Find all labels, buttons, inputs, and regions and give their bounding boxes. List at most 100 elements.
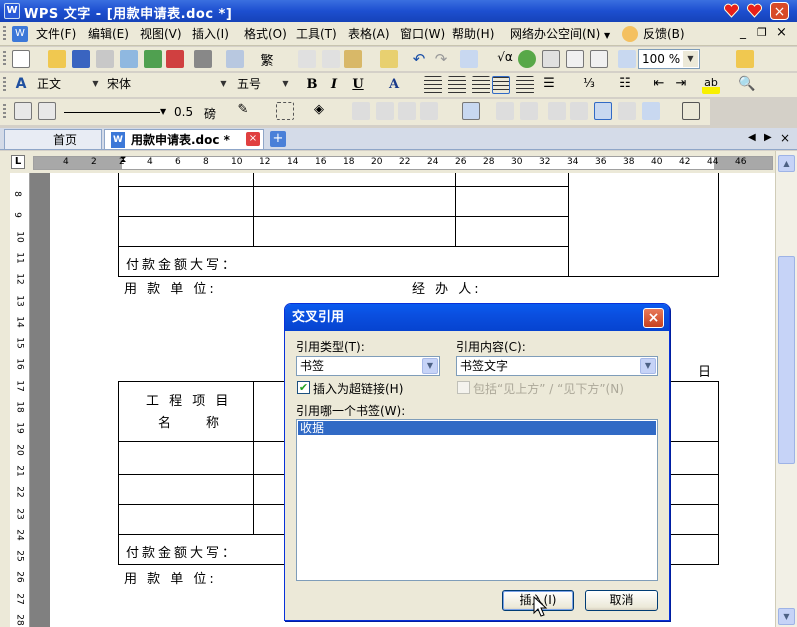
- distribute-columns-icon[interactable]: [520, 102, 538, 120]
- font-color-icon[interactable]: A: [384, 76, 404, 94]
- restore-doc-button[interactable]: ❐: [757, 26, 767, 39]
- tab-type-selector[interactable]: L: [11, 155, 25, 169]
- table-icon[interactable]: [460, 50, 478, 68]
- distributed-icon[interactable]: [516, 76, 534, 94]
- menu-view[interactable]: 视图(V): [138, 25, 184, 43]
- ref-content-select[interactable]: 书签文字 ▼: [456, 356, 658, 376]
- menu-grip[interactable]: [3, 26, 6, 42]
- highlight-icon[interactable]: ab: [702, 76, 720, 94]
- border-color-icon[interactable]: ✎: [234, 102, 252, 120]
- hyperlink-checkbox[interactable]: ✔: [297, 381, 310, 394]
- close-doc-button[interactable]: ×: [776, 25, 787, 40]
- close-tab-icon[interactable]: ×: [246, 132, 260, 146]
- toolbar-grip[interactable]: [3, 77, 6, 93]
- cell-align-icon[interactable]: [420, 102, 438, 120]
- tab-home[interactable]: 首页: [4, 129, 102, 149]
- decrease-indent-icon[interactable]: ⇤: [650, 76, 668, 94]
- ref-type-select[interactable]: 书签 ▼: [296, 356, 440, 376]
- vertical-scrollbar[interactable]: ▲ ▼: [775, 151, 797, 627]
- menu-network-office[interactable]: 网络办公空间(N): [508, 25, 602, 43]
- zoom-combo[interactable]: 100 % ▼: [638, 49, 700, 69]
- columns-icon[interactable]: [566, 50, 584, 68]
- insert-table-icon[interactable]: [542, 50, 560, 68]
- select-table-icon[interactable]: [682, 102, 700, 120]
- table-grid-icon[interactable]: [462, 102, 480, 120]
- heart-icon[interactable]: [722, 2, 741, 20]
- heart-icon[interactable]: [745, 2, 764, 20]
- table-style-icon[interactable]: [594, 102, 612, 120]
- print-preview-icon[interactable]: [226, 50, 244, 68]
- eraser-icon[interactable]: [38, 102, 56, 120]
- document-icon[interactable]: W: [12, 26, 28, 42]
- find-icon[interactable]: 🔍: [738, 76, 756, 94]
- scroll-down-icon[interactable]: ▼: [778, 608, 795, 625]
- align-right-icon[interactable]: [472, 76, 490, 94]
- cut-icon[interactable]: [298, 50, 316, 68]
- show-hide-icon[interactable]: [590, 50, 608, 68]
- undo-icon[interactable]: ↶: [410, 50, 428, 68]
- hyperlink-icon[interactable]: [518, 50, 536, 68]
- vertical-ruler[interactable]: 8 9 10 11 12 13 14 15 16 17 18 19 20 21 22 23 24 25 26 27 28: [10, 173, 30, 627]
- tab-scroll-left-icon[interactable]: ◀: [748, 132, 756, 143]
- minimize-doc-button[interactable]: _: [740, 25, 746, 39]
- menu-window[interactable]: 窗口(W): [398, 25, 447, 43]
- menu-tools[interactable]: 工具(T): [294, 25, 339, 43]
- list-item[interactable]: 收据: [298, 421, 656, 435]
- redo-icon[interactable]: ↷: [432, 50, 450, 68]
- menu-help[interactable]: 帮助(H): [450, 25, 496, 43]
- horizontal-ruler[interactable]: 4 2 2 4 6 8 10 12 14 16 18 20 22 24 26 28 30 32 34 36 38 40 42…: [33, 155, 773, 170]
- scrollbar-thumb[interactable]: [778, 256, 795, 464]
- dialog-close-button[interactable]: ×: [643, 308, 664, 328]
- bookmark-listbox[interactable]: 收据: [296, 419, 658, 581]
- permission-icon[interactable]: [96, 50, 114, 68]
- table-properties-icon[interactable]: [618, 102, 636, 120]
- menu-table[interactable]: 表格(A): [346, 25, 392, 43]
- numbering-icon[interactable]: ⅓: [580, 76, 598, 94]
- table-autoformat-icon[interactable]: [642, 102, 660, 120]
- align-center-icon[interactable]: [448, 76, 466, 94]
- split-cells-icon[interactable]: [398, 102, 416, 120]
- traditional-chinese-icon[interactable]: 繁: [258, 50, 276, 69]
- window-close-button[interactable]: ×: [770, 2, 789, 20]
- size-combo[interactable]: 五号 ▼: [234, 75, 294, 95]
- new-document-icon[interactable]: [12, 50, 30, 68]
- tab-close-all-icon[interactable]: ×: [780, 131, 790, 145]
- merge-cells-icon[interactable]: [376, 102, 394, 120]
- justify-icon[interactable]: [492, 76, 510, 94]
- shading-icon[interactable]: ◈: [310, 102, 328, 120]
- line-style-combo[interactable]: [64, 112, 160, 113]
- increase-indent-icon[interactable]: ⇥: [672, 76, 690, 94]
- toolbar-grip[interactable]: [3, 104, 6, 120]
- align-left-icon[interactable]: [424, 76, 442, 94]
- email-icon[interactable]: [120, 50, 138, 68]
- font-combo[interactable]: 宋体 ▼: [104, 75, 232, 95]
- italic-button[interactable]: I: [324, 76, 344, 94]
- export-icon[interactable]: [144, 50, 162, 68]
- menu-insert[interactable]: 插入(I): [190, 25, 231, 43]
- borders-icon[interactable]: [276, 102, 294, 120]
- pdf-icon[interactable]: [166, 50, 184, 68]
- menu-feedback[interactable]: 反馈(B): [641, 25, 687, 43]
- menu-format[interactable]: 格式(O): [242, 25, 289, 43]
- include-above-below-checkbox[interactable]: [457, 381, 470, 394]
- line-weight-value[interactable]: 0.5: [174, 105, 193, 119]
- help-icon[interactable]: [736, 50, 754, 68]
- cancel-button[interactable]: 取消: [585, 590, 658, 611]
- style-combo[interactable]: 正文 ▼: [34, 75, 104, 95]
- save-icon[interactable]: [72, 50, 90, 68]
- document-map-icon[interactable]: [618, 50, 636, 68]
- scroll-up-icon[interactable]: ▲: [778, 155, 795, 172]
- sort-icon[interactable]: [570, 102, 588, 120]
- insert-table-icon[interactable]: [352, 102, 370, 120]
- line-spacing-icon[interactable]: ☰: [540, 76, 558, 94]
- underline-button[interactable]: U: [348, 76, 368, 94]
- open-folder-icon[interactable]: [48, 50, 66, 68]
- print-icon[interactable]: [194, 50, 212, 68]
- toolbar-grip[interactable]: [3, 51, 6, 67]
- paste-icon[interactable]: [344, 50, 362, 68]
- draw-table-icon[interactable]: [14, 102, 32, 120]
- menu-file[interactable]: 文件(F): [34, 25, 78, 43]
- bullets-icon[interactable]: ☷: [616, 76, 634, 94]
- new-tab-icon[interactable]: +: [270, 131, 286, 147]
- bold-button[interactable]: B: [302, 76, 322, 94]
